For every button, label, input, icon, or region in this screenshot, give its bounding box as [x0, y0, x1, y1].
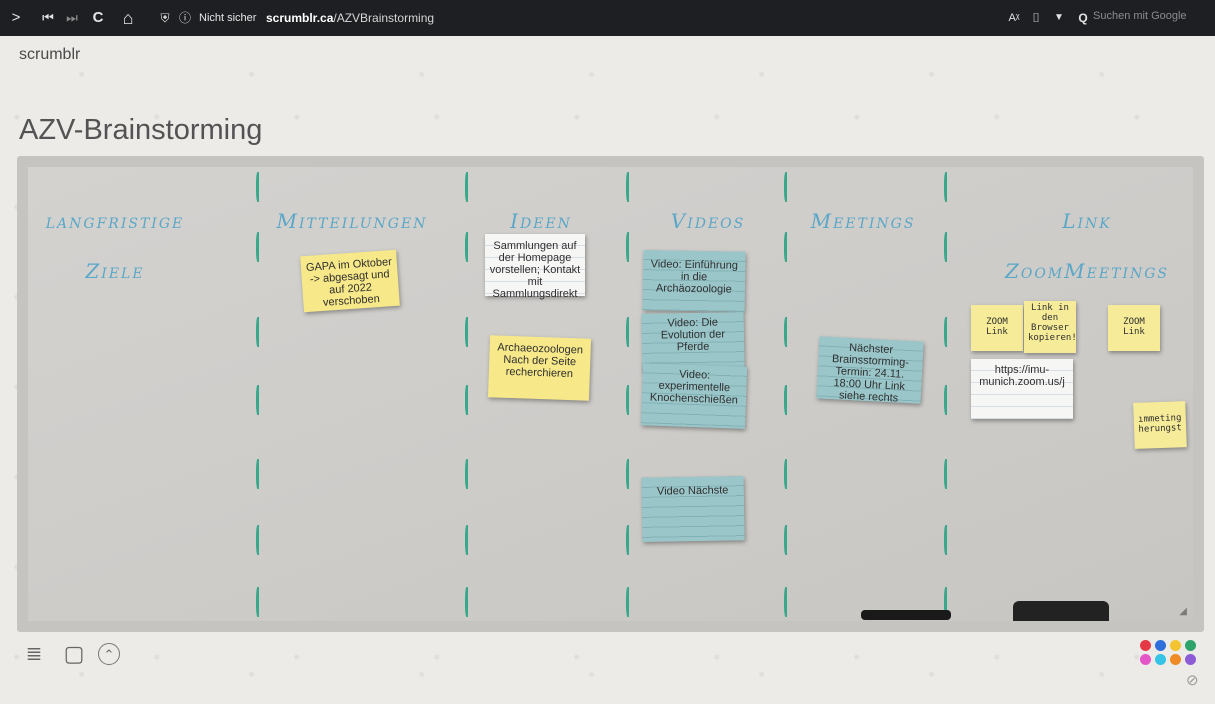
column-heading-meetings[interactable]: Meetings [768, 209, 958, 233]
translate-icon[interactable]: Aᵡ [1004, 8, 1024, 28]
column-divider-stroke [784, 317, 788, 347]
palette-color-swatch[interactable] [1170, 654, 1181, 665]
palette-color-swatch[interactable] [1170, 640, 1181, 651]
column-heading-zoommeetings[interactable]: ZoomMeetings [982, 259, 1192, 283]
bookmark-icon[interactable]: ⌷ [1026, 8, 1046, 28]
column-divider-stroke [944, 459, 948, 489]
resize-handle-icon[interactable]: ◢ [1179, 606, 1187, 617]
column-divider-stroke [944, 317, 948, 347]
url-path: /AZVBrainstorming [333, 11, 435, 25]
column-divider-stroke [626, 317, 630, 347]
palette-color-swatch[interactable] [1140, 654, 1151, 665]
expand-icon[interactable]: ⌃ [98, 643, 120, 665]
column-divider-stroke [256, 525, 260, 555]
brand-logo[interactable]: scrumblr [19, 46, 80, 64]
home-icon[interactable]: ⌂ [118, 8, 138, 28]
palette-color-swatch[interactable] [1155, 654, 1166, 665]
address-bar[interactable]: scrumblr.ca/AZVBrainstorming [266, 11, 434, 25]
column-divider-stroke [465, 232, 469, 262]
board: langfristige Ziele Mitteilungen Ideen Vi… [17, 156, 1204, 632]
column-divider-stroke [256, 459, 260, 489]
browser-toolbar: > ⏮ ⏭ C ⌂ ⛨ ⓘ Nicht sicher scrumblr.ca/A… [0, 0, 1215, 36]
search-icon[interactable]: Q [1073, 8, 1093, 28]
column-divider-stroke [944, 172, 948, 202]
url-domain: scrumblr.ca [266, 11, 334, 25]
card-naechster-termin[interactable]: Nächster Brainsstorming-Termin: 24.11. 1… [816, 336, 924, 405]
column-divider-stroke [256, 232, 260, 262]
column-divider-stroke [944, 385, 948, 415]
board-surface[interactable]: langfristige Ziele Mitteilungen Ideen Vi… [28, 167, 1193, 621]
palette-color-swatch[interactable] [1185, 640, 1196, 651]
marker-pen [861, 610, 951, 620]
card-video-knochenschiessen[interactable]: Video: experimentelle Knochenschießen [640, 363, 748, 429]
column-divider-stroke [784, 459, 788, 489]
column-divider-stroke [465, 172, 469, 202]
card-clipped-1[interactable]: ımmeting herungst [1133, 401, 1187, 449]
column-divider-stroke [626, 525, 630, 555]
dropdown-icon[interactable]: ▼ [1049, 8, 1069, 28]
insecure-label: Nicht sicher [199, 12, 257, 24]
card-archaeozoologen[interactable]: Archaeozoologen Nach der Seite recherchi… [487, 335, 592, 401]
column-divider-stroke [626, 459, 630, 489]
card-sammlungen[interactable]: Sammlungen auf der Homepage vorstellen; … [485, 234, 585, 300]
card-zoom-url[interactable]: https://imu-munich.zoom.us/j [971, 359, 1073, 419]
card-zoom-browser-kopieren[interactable]: Link in den Browser kopieren! [1024, 301, 1077, 353]
column-divider-stroke [256, 587, 260, 617]
reload-icon[interactable]: C [88, 8, 108, 28]
column-heading-langfristige[interactable]: langfristige [28, 209, 210, 233]
card-video-naechste[interactable]: Video Nächste [641, 476, 745, 542]
column-divider-stroke [626, 232, 630, 262]
palette-color-swatch[interactable] [1185, 654, 1196, 665]
column-divider-stroke [784, 172, 788, 202]
column-divider-stroke [784, 525, 788, 555]
column-divider-stroke [626, 587, 630, 617]
column-heading-ideen[interactable]: Ideen [446, 209, 636, 233]
card-video-einfuehrung[interactable]: Video: Einführung in die Archäozoologie [642, 250, 746, 312]
column-heading-ziele[interactable]: Ziele [28, 259, 210, 283]
column-divider-stroke [465, 459, 469, 489]
column-divider-stroke [784, 587, 788, 617]
back-icon[interactable]: > [6, 8, 26, 28]
column-divider-stroke [256, 317, 260, 347]
column-divider-stroke [465, 525, 469, 555]
add-sticky-icon[interactable]: ▢ [62, 641, 86, 667]
column-heading-link[interactable]: Link [992, 209, 1182, 233]
search-input[interactable]: Suchen mit Google [1093, 10, 1187, 22]
column-divider-stroke [626, 172, 630, 202]
last-icon[interactable]: ⏭ [62, 8, 82, 28]
card-zoom-link-2[interactable]: ZOOM Link [1108, 305, 1160, 351]
column-heading-mitteilungen[interactable]: Mitteilungen [257, 209, 447, 233]
board-title: AZV-Brainstorming [19, 114, 263, 146]
card-gapa[interactable]: GAPA im Oktober -> abgesagt und auf 2022… [300, 249, 400, 313]
palette-color-swatch[interactable] [1140, 640, 1151, 651]
column-divider-stroke [256, 172, 260, 202]
column-divider-stroke [626, 385, 630, 415]
first-icon[interactable]: ⏮ [38, 8, 58, 28]
column-divider-stroke [465, 317, 469, 347]
eraser [1013, 601, 1109, 621]
column-divider-stroke [944, 525, 948, 555]
column-divider-stroke [256, 385, 260, 415]
column-divider-stroke [784, 232, 788, 262]
column-divider-stroke [465, 587, 469, 617]
column-divider-stroke [944, 232, 948, 262]
card-zoom-link-1[interactable]: ZOOM Link [971, 305, 1023, 351]
palette-color-swatch[interactable] [1155, 640, 1166, 651]
column-divider-stroke [465, 385, 469, 415]
info-icon[interactable]: ⓘ [175, 8, 195, 28]
column-divider-stroke [784, 385, 788, 415]
list-icon[interactable]: ≣ [22, 641, 46, 667]
disabled-icon[interactable]: ⊘ [1186, 671, 1199, 689]
shield-icon: ⛨ [160, 11, 170, 25]
